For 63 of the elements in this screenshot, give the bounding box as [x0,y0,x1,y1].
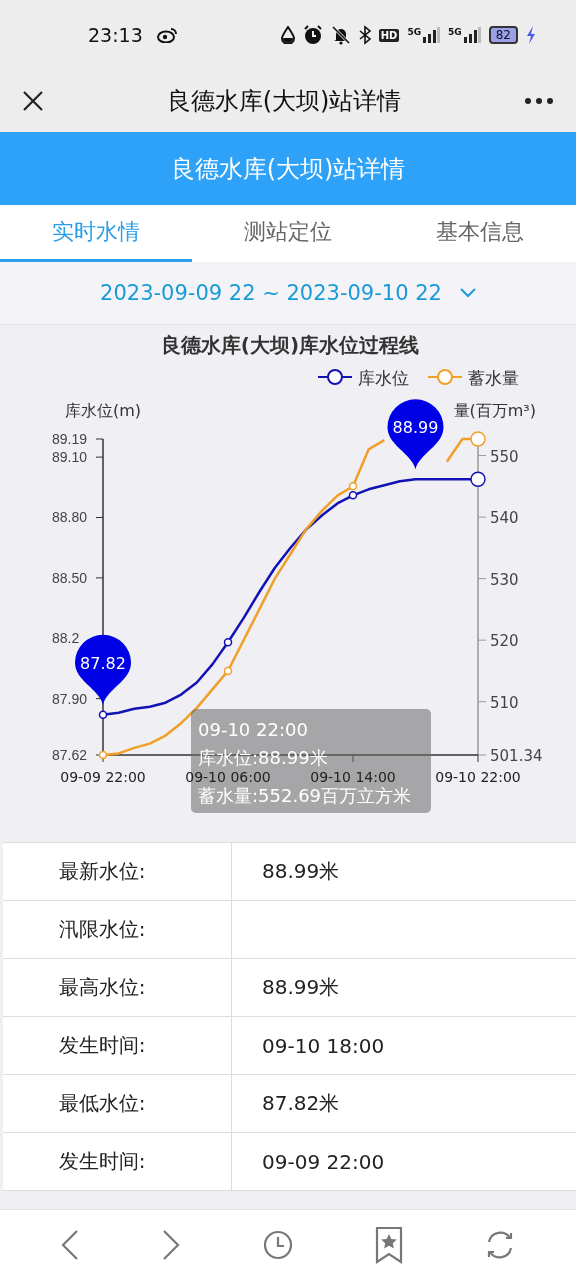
axis-tick-label: 520 [490,632,519,651]
weibo-icon [156,27,177,43]
muted-bell-icon [330,25,351,45]
network-label: 5G [407,27,422,37]
axis-tick-label: 88.2 [52,630,80,647]
close-icon [22,90,44,112]
axis-tick-label: 88.50 [52,569,88,586]
chevron-down-icon [459,288,476,298]
axis-tick-label: 89.10 [52,449,88,466]
axis-tick-label: 09-09 22:00 [60,769,146,785]
bookmark-star-icon [374,1226,403,1264]
charging-icon [526,26,536,44]
clock-time: 23:13 [88,24,143,46]
field-label: 发生时间: [3,1017,232,1075]
data-point[interactable] [470,471,486,487]
tooltip-title: 09-10 22:00 [198,719,308,740]
field-label: 最高水位: [3,959,232,1017]
axis-tick-label: 501.34 [490,747,543,765]
legend-label[interactable]: 蓄水量 [468,368,519,388]
more-icon [524,97,554,105]
network-label: 5G [448,27,462,37]
alarm-icon [302,25,323,45]
field-value: 09-09 22:00 [232,1133,576,1191]
pin-label: 88.99 [392,418,439,438]
chevron-left-icon [60,1229,81,1261]
field-label: 汛限水位: [3,901,232,959]
axis-tick-label: 89.19 [52,431,88,447]
axis-tick-label: 09-10 22:00 [435,769,521,785]
axis-tick-label: 540 [490,509,519,528]
field-value: 88.99米 [232,843,576,901]
field-label: 最新水位: [3,843,232,901]
field-value: 88.99米 [232,959,576,1017]
pin-label: 87.82 [80,653,126,673]
axis-title: 量(百万m³) [453,401,536,420]
axis-title: 库水位(m) [65,401,142,420]
legend-label[interactable]: 库水位 [358,368,409,388]
bluetooth-icon [358,25,371,45]
axis-tick-label: 09-10 14:00 [310,769,396,785]
axis-tick-label: 530 [490,570,519,589]
axis-tick-label: 87.62 [52,747,88,763]
battery-level: 82 [488,26,518,44]
water-drop-icon [280,26,295,44]
signal-icon [462,27,481,43]
page-title: 良德水库(大坝)站详情 [165,86,403,117]
axis-tick-label: 88.80 [52,509,88,526]
field-value: 87.82米 [232,1075,576,1133]
data-point[interactable] [98,710,108,719]
data-point[interactable] [348,491,358,500]
data-point[interactable] [223,638,233,647]
hd-label: HD [378,28,400,42]
chart-title: 良德水库(大坝)库水位过程线 [160,333,420,357]
value-pin [387,399,444,470]
field-value: 09-10 18:00 [232,1017,576,1075]
tooltip-value: 蓄水量:552.69百万立方米 [198,785,412,806]
clock-icon [262,1229,294,1261]
chevron-right-icon [161,1229,182,1261]
header-title: 良德水库(大坝)站详情 [170,153,406,185]
axis-tick-label: 87.90 [52,690,88,707]
signal-icon [422,27,441,43]
field-label: 最低水位: [3,1075,232,1133]
field-label: 发生时间: [3,1133,232,1191]
axis-tick-label: 550 [490,447,519,466]
axis-tick-label: 510 [490,693,519,712]
